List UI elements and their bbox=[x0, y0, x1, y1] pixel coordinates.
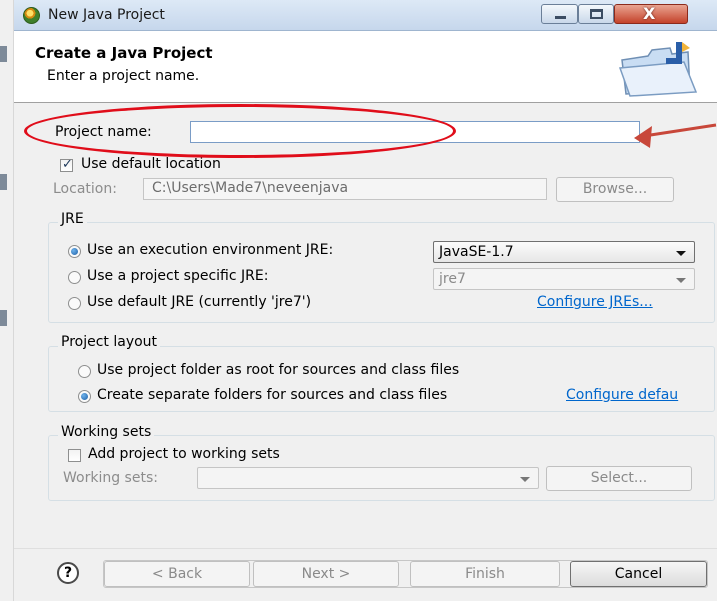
jre-environment-label: Use an execution environment JRE: bbox=[87, 242, 334, 258]
dropdown-arrow-icon bbox=[520, 477, 530, 482]
cancel-button[interactable]: Cancel bbox=[570, 561, 707, 587]
close-icon: X bbox=[643, 4, 656, 23]
configure-jres-link[interactable]: Configure JREs... bbox=[537, 294, 653, 310]
jre-environment-radio[interactable] bbox=[68, 245, 81, 258]
location-label: Location: bbox=[53, 181, 117, 197]
annotation-arrow-icon bbox=[634, 123, 717, 148]
back-button[interactable]: < Back bbox=[104, 561, 250, 587]
jre-group-title: JRE bbox=[58, 211, 87, 227]
jre-specific-radio[interactable] bbox=[68, 271, 81, 284]
jre-environment-value: JavaSE-1.7 bbox=[439, 244, 514, 260]
working-sets-label: Working sets: bbox=[63, 470, 158, 486]
wizard-title: Create a Java Project bbox=[35, 44, 213, 62]
jre-environment-dropdown[interactable]: JavaSE-1.7 bbox=[433, 241, 695, 263]
use-default-location-label: Use default location bbox=[81, 156, 221, 172]
java-project-folder-icon bbox=[618, 42, 698, 97]
dropdown-arrow-icon bbox=[676, 278, 686, 283]
help-icon[interactable]: ? bbox=[57, 562, 79, 584]
close-button[interactable]: X bbox=[614, 4, 688, 24]
layout-root-label: Use project folder as root for sources a… bbox=[97, 362, 460, 378]
select-working-sets-button[interactable]: Select... bbox=[546, 466, 692, 491]
configure-default-link[interactable]: Configure defau bbox=[566, 387, 678, 403]
finish-button[interactable]: Finish bbox=[410, 561, 560, 587]
working-sets-group-title: Working sets bbox=[58, 424, 155, 440]
layout-separate-radio[interactable] bbox=[78, 390, 91, 403]
minimize-icon bbox=[555, 16, 566, 19]
jre-specific-dropdown[interactable]: jre7 bbox=[433, 268, 695, 290]
next-button[interactable]: Next > bbox=[253, 561, 399, 587]
layout-root-radio[interactable] bbox=[78, 365, 91, 378]
browse-button[interactable]: Browse... bbox=[556, 177, 674, 202]
use-default-location-checkbox[interactable]: ✓ bbox=[60, 157, 73, 172]
jre-specific-value: jre7 bbox=[439, 271, 466, 287]
layout-separate-label: Create separate folders for sources and … bbox=[97, 387, 448, 403]
wizard-header bbox=[14, 31, 717, 103]
background-window-edge bbox=[0, 0, 14, 601]
eclipse-icon bbox=[23, 7, 40, 24]
working-sets-dropdown[interactable] bbox=[197, 467, 539, 489]
jre-specific-label: Use a project specific JRE: bbox=[87, 268, 269, 284]
project-layout-group-title: Project layout bbox=[58, 334, 161, 350]
add-to-working-sets-label: Add project to working sets bbox=[88, 446, 280, 462]
minimize-button[interactable] bbox=[541, 4, 578, 24]
maximize-button[interactable] bbox=[578, 4, 614, 24]
window-title: New Java Project bbox=[48, 7, 165, 23]
annotation-ellipse bbox=[24, 104, 456, 158]
checkmark-icon: ✓ bbox=[62, 157, 73, 172]
add-to-working-sets-checkbox[interactable] bbox=[68, 449, 81, 462]
jre-default-label: Use default JRE (currently 'jre7') bbox=[87, 294, 312, 310]
jre-default-radio[interactable] bbox=[68, 297, 81, 310]
dropdown-arrow-icon bbox=[676, 251, 686, 256]
maximize-icon bbox=[590, 9, 603, 19]
wizard-description: Enter a project name. bbox=[47, 68, 200, 84]
location-input[interactable]: C:\Users\Made7\neveenjava bbox=[143, 178, 547, 200]
